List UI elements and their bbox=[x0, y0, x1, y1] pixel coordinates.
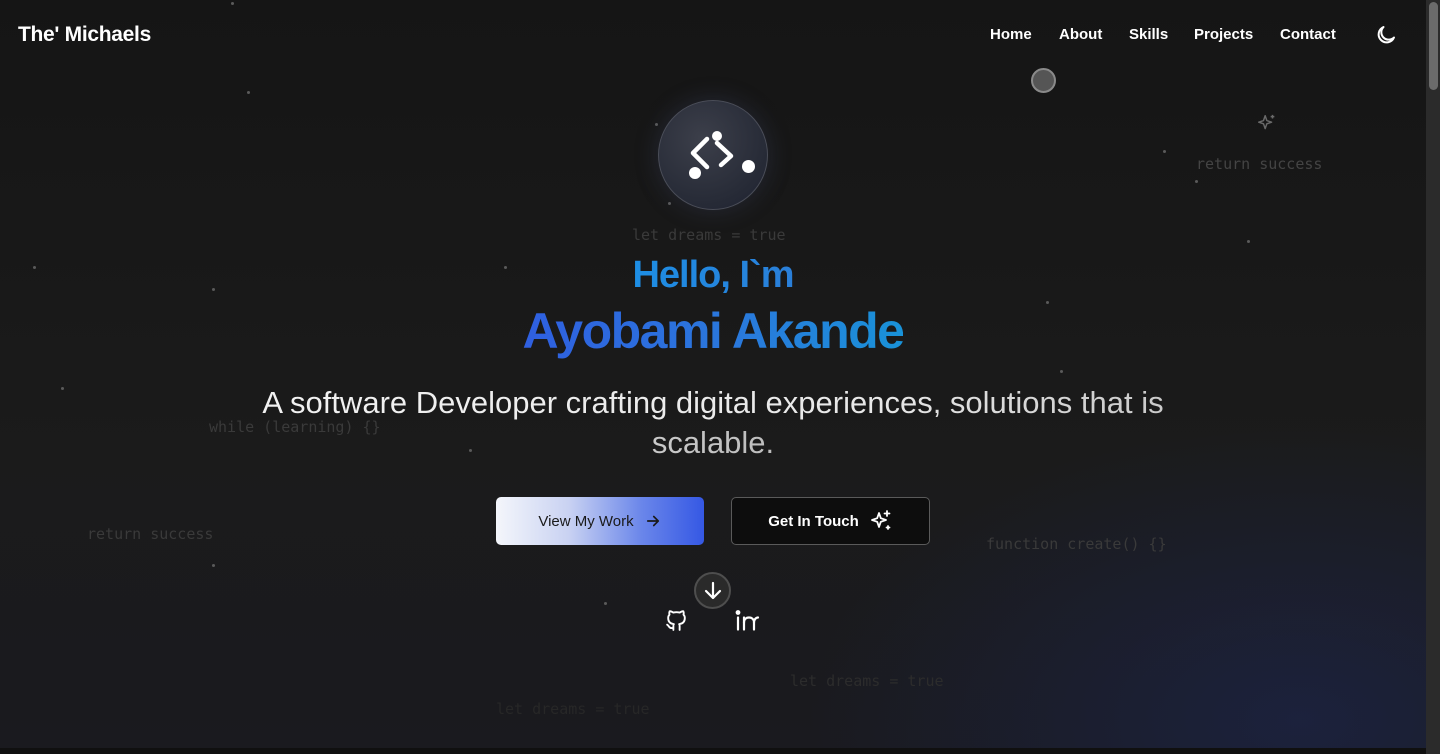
nav-about[interactable]: About bbox=[1059, 26, 1102, 43]
view-my-work-label: View My Work bbox=[538, 512, 634, 530]
nav-projects[interactable]: Projects bbox=[1194, 26, 1253, 43]
github-icon[interactable] bbox=[664, 608, 689, 633]
arrow-down-circle-icon bbox=[704, 581, 721, 599]
hero-logo bbox=[658, 100, 768, 210]
view-my-work-button[interactable]: View My Work bbox=[496, 497, 704, 545]
brand-logo[interactable]: The' Michaels bbox=[18, 23, 151, 47]
arrow-right-icon bbox=[646, 515, 659, 527]
background-star bbox=[61, 387, 64, 390]
get-in-touch-label: Get In Touch bbox=[768, 512, 859, 530]
hero-name: Ayobami Akande bbox=[522, 303, 905, 359]
linkedin-icon[interactable] bbox=[734, 608, 762, 633]
background-code: let dreams = true bbox=[632, 226, 786, 244]
background-star bbox=[1060, 370, 1063, 373]
sparkles-icon bbox=[870, 510, 891, 530]
hero-greeting: Hello, I`m bbox=[632, 254, 794, 296]
background-star bbox=[655, 123, 658, 126]
background-code: let dreams = true bbox=[790, 672, 944, 690]
scrollbar-thumb[interactable] bbox=[1429, 2, 1438, 90]
section-divider bbox=[0, 748, 1426, 754]
nav-skills[interactable]: Skills bbox=[1129, 26, 1168, 43]
sparkles-icon bbox=[1258, 114, 1275, 130]
background-code: function create() {} bbox=[986, 535, 1167, 553]
moon-icon[interactable] bbox=[1374, 23, 1398, 47]
custom-cursor bbox=[1031, 68, 1056, 93]
background-code: return success bbox=[87, 525, 214, 543]
nav-home[interactable]: Home bbox=[990, 26, 1032, 43]
scroll-down-button[interactable] bbox=[694, 572, 731, 609]
background-star bbox=[1163, 150, 1166, 153]
code-branch-icon bbox=[689, 131, 734, 179]
background-star bbox=[668, 202, 671, 205]
background-star bbox=[212, 564, 215, 567]
hero-tagline: A software Developer crafting digital ex… bbox=[262, 385, 1164, 460]
logo-dot bbox=[742, 160, 755, 173]
background-star bbox=[604, 602, 607, 605]
nav-contact[interactable]: Contact bbox=[1280, 26, 1336, 43]
background-star bbox=[231, 2, 234, 5]
background-star bbox=[247, 91, 250, 94]
background-code: let dreams = true bbox=[496, 700, 650, 718]
background-code: return success bbox=[1196, 155, 1323, 173]
get-in-touch-button[interactable]: Get In Touch bbox=[731, 497, 930, 545]
background-star bbox=[1247, 240, 1250, 243]
scrollbar-track[interactable] bbox=[1426, 0, 1440, 754]
background-star bbox=[1195, 180, 1198, 183]
